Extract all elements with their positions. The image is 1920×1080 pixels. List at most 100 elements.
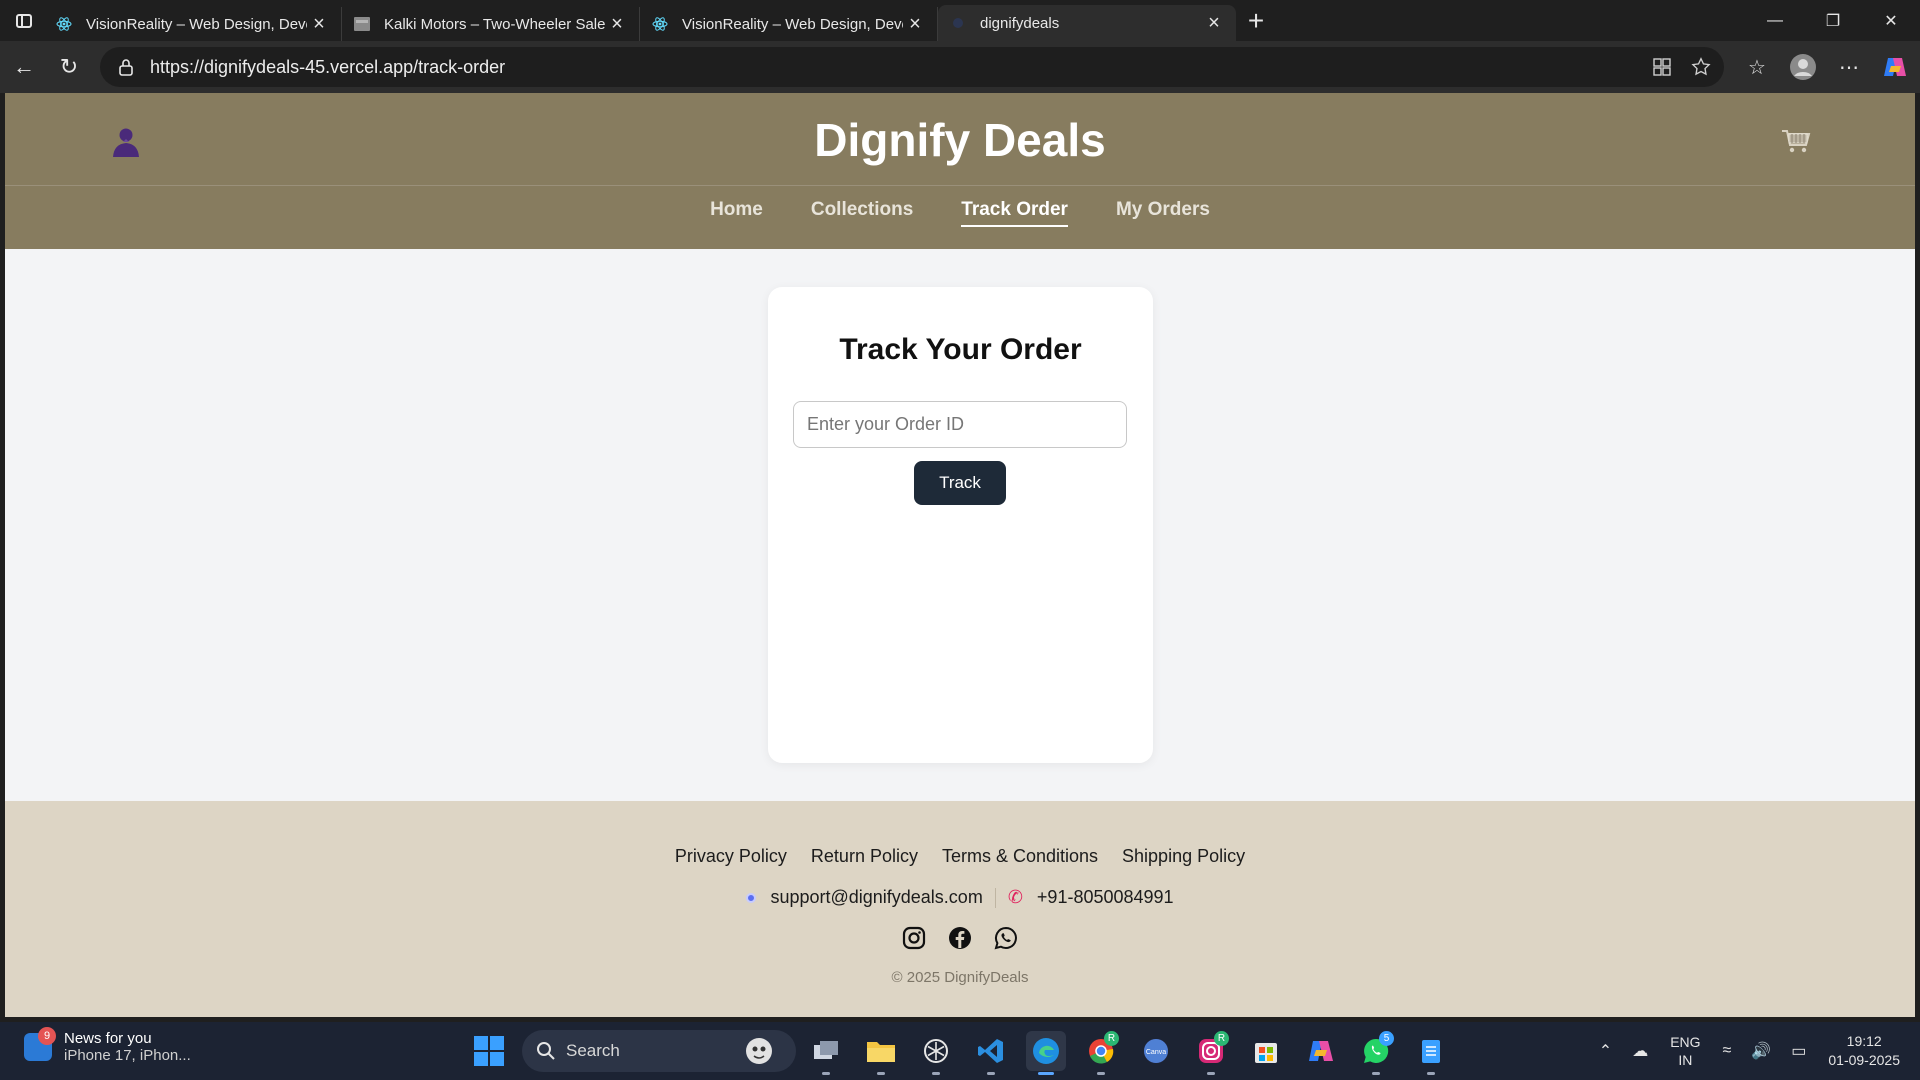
new-tab-button[interactable]: + xyxy=(1236,1,1276,41)
clock-time: 19:12 xyxy=(1846,1033,1882,1049)
terms-link[interactable]: Terms & Conditions xyxy=(942,846,1098,867)
file-explorer-icon[interactable] xyxy=(861,1031,901,1075)
microsoft-store-icon[interactable] xyxy=(1246,1031,1286,1071)
clock-date: 01-09-2025 xyxy=(1828,1052,1900,1068)
whatsapp-icon[interactable] xyxy=(994,926,1018,950)
clock[interactable]: 19:12 01-09-2025 xyxy=(1828,1032,1900,1070)
react-icon xyxy=(950,15,966,31)
main-nav: Home Collections Track Order My Orders xyxy=(5,199,1915,227)
react-icon xyxy=(56,16,72,32)
support-phone[interactable]: +91-8050084991 xyxy=(1037,887,1174,908)
react-icon xyxy=(652,16,668,32)
tab-title: Kalki Motors – Two-Wheeler Sale xyxy=(384,15,605,33)
lock-icon[interactable] xyxy=(116,57,136,77)
url-text[interactable]: https://dignifydeals-45.vercel.app/track… xyxy=(150,57,505,78)
tab-actions-button[interactable] xyxy=(4,1,44,41)
policy-links: Privacy Policy Return Policy Terms & Con… xyxy=(5,846,1915,867)
news-subtitle: iPhone 17, iPhon... xyxy=(64,1047,191,1064)
browser-tab-active[interactable]: dignifydeals × xyxy=(938,5,1236,41)
lang-code: ENG xyxy=(1670,1034,1701,1050)
chevron-up-icon[interactable]: ⌃ xyxy=(1599,1041,1612,1061)
nav-collections[interactable]: Collections xyxy=(811,199,913,227)
support-email[interactable]: support@dignifydeals.com xyxy=(770,887,982,908)
windows-taskbar: 9 News for you iPhone 17, iPhon... Searc… xyxy=(0,1022,1920,1080)
browser-tab-bar: VisionReality – Web Design, Deve × Kalki… xyxy=(0,0,1920,41)
track-order-heading: Track Your Order xyxy=(839,333,1082,366)
edge-icon[interactable] xyxy=(1026,1031,1066,1075)
profile-icon[interactable] xyxy=(1784,48,1822,86)
close-window-icon[interactable]: ✕ xyxy=(1862,0,1920,41)
back-icon[interactable]: ← xyxy=(3,46,45,88)
whatsapp-app-icon[interactable]: 5 xyxy=(1356,1031,1396,1075)
volume-icon[interactable]: 🔊 xyxy=(1751,1041,1771,1061)
copilot-icon[interactable] xyxy=(1876,48,1914,86)
track-order-card: Track Your Order Track xyxy=(768,287,1153,763)
minimize-icon[interactable]: — xyxy=(1746,0,1804,41)
news-widget[interactable]: 9 News for you iPhone 17, iPhon... xyxy=(24,1027,191,1064)
nav-track-order[interactable]: Track Order xyxy=(961,199,1068,227)
social-links xyxy=(5,926,1915,950)
refresh-icon[interactable]: ↻ xyxy=(48,46,90,88)
restore-icon[interactable]: ❐ xyxy=(1804,0,1862,41)
windows-start-icon[interactable] xyxy=(474,1036,504,1066)
svg-text:Canva: Canva xyxy=(1146,1049,1166,1056)
vscode-icon[interactable] xyxy=(971,1031,1011,1075)
search-highlight-icon xyxy=(746,1038,772,1064)
browser-tab[interactable]: Kalki Motors – Two-Wheeler Sale × xyxy=(342,7,640,41)
favorite-star-icon[interactable] xyxy=(1690,56,1712,78)
facebook-icon[interactable] xyxy=(948,926,972,950)
wifi-icon[interactable]: ≈ xyxy=(1723,1042,1732,1060)
language-indicator[interactable]: ENG IN xyxy=(1670,1033,1700,1069)
shipping-policy-link[interactable]: Shipping Policy xyxy=(1122,846,1245,867)
notepad-icon[interactable] xyxy=(1411,1031,1451,1075)
system-tray: ⌃ ☁ ENG IN ≈ 🔊 ▭ 19:12 01-09-2025 xyxy=(1589,1022,1920,1080)
privacy-policy-link[interactable]: Privacy Policy xyxy=(675,846,787,867)
phone-icon: ✆ xyxy=(1007,887,1023,907)
nav-my-orders[interactable]: My Orders xyxy=(1116,199,1210,227)
cart-icon[interactable] xyxy=(1780,127,1812,155)
chrome-profile-badge: R xyxy=(1104,1031,1119,1046)
order-id-input[interactable] xyxy=(793,401,1127,448)
site-brand[interactable]: Dignify Deals xyxy=(5,113,1915,167)
nav-home[interactable]: Home xyxy=(710,199,763,227)
image-icon xyxy=(354,16,370,32)
tab-title: VisionReality – Web Design, Deve xyxy=(682,15,903,33)
search-icon xyxy=(537,1042,555,1060)
close-tab-icon[interactable]: × xyxy=(1202,11,1226,35)
close-tab-icon[interactable]: × xyxy=(903,12,927,36)
favorites-icon[interactable]: ☆ xyxy=(1738,48,1776,86)
onedrive-icon[interactable]: ☁ xyxy=(1632,1041,1648,1061)
close-tab-icon[interactable]: × xyxy=(605,12,629,36)
browser-toolbar: ← ↻ https://dignifydeals-45.vercel.app/t… xyxy=(0,41,1920,93)
news-icon: 9 xyxy=(24,1027,56,1061)
chatgpt-icon[interactable] xyxy=(916,1031,956,1075)
search-label: Search xyxy=(566,1041,620,1060)
copyright: © 2025 DignifyDeals xyxy=(891,969,1029,986)
email-icon xyxy=(746,892,757,903)
copilot-app-icon[interactable] xyxy=(1301,1031,1341,1071)
browser-tab[interactable]: VisionReality – Web Design, Deve × xyxy=(44,7,342,41)
instagram-app-icon[interactable]: R xyxy=(1191,1031,1231,1075)
web-page: Dignify Deals Home Collections Track Ord… xyxy=(5,93,1915,1017)
more-options-icon[interactable]: ⋯ xyxy=(1830,48,1868,86)
header-top: Dignify Deals xyxy=(5,93,1915,186)
address-bar[interactable]: https://dignifydeals-45.vercel.app/track… xyxy=(100,47,1724,87)
window-controls: — ❐ ✕ xyxy=(1746,0,1920,41)
site-header: Dignify Deals Home Collections Track Ord… xyxy=(5,93,1915,249)
close-tab-icon[interactable]: × xyxy=(307,12,331,36)
whatsapp-badge: 5 xyxy=(1379,1031,1394,1046)
app-available-icon[interactable] xyxy=(1652,57,1672,77)
browser-tab[interactable]: VisionReality – Web Design, Deve × xyxy=(640,7,938,41)
instagram-icon[interactable] xyxy=(902,926,926,950)
news-badge: 9 xyxy=(38,1027,56,1045)
contact-row: support@dignifydeals.com ✆ +91-805008499… xyxy=(5,887,1915,908)
battery-icon[interactable]: ▭ xyxy=(1791,1041,1806,1061)
taskbar-search[interactable]: Search xyxy=(522,1030,796,1072)
tab-title: VisionReality – Web Design, Deve xyxy=(86,15,307,33)
track-button[interactable]: Track xyxy=(914,461,1006,505)
chrome-icon[interactable]: R xyxy=(1081,1031,1121,1075)
task-view-icon[interactable] xyxy=(806,1031,846,1075)
instagram-profile-badge: R xyxy=(1214,1031,1229,1046)
return-policy-link[interactable]: Return Policy xyxy=(811,846,918,867)
canva-icon[interactable]: Canva xyxy=(1136,1031,1176,1071)
